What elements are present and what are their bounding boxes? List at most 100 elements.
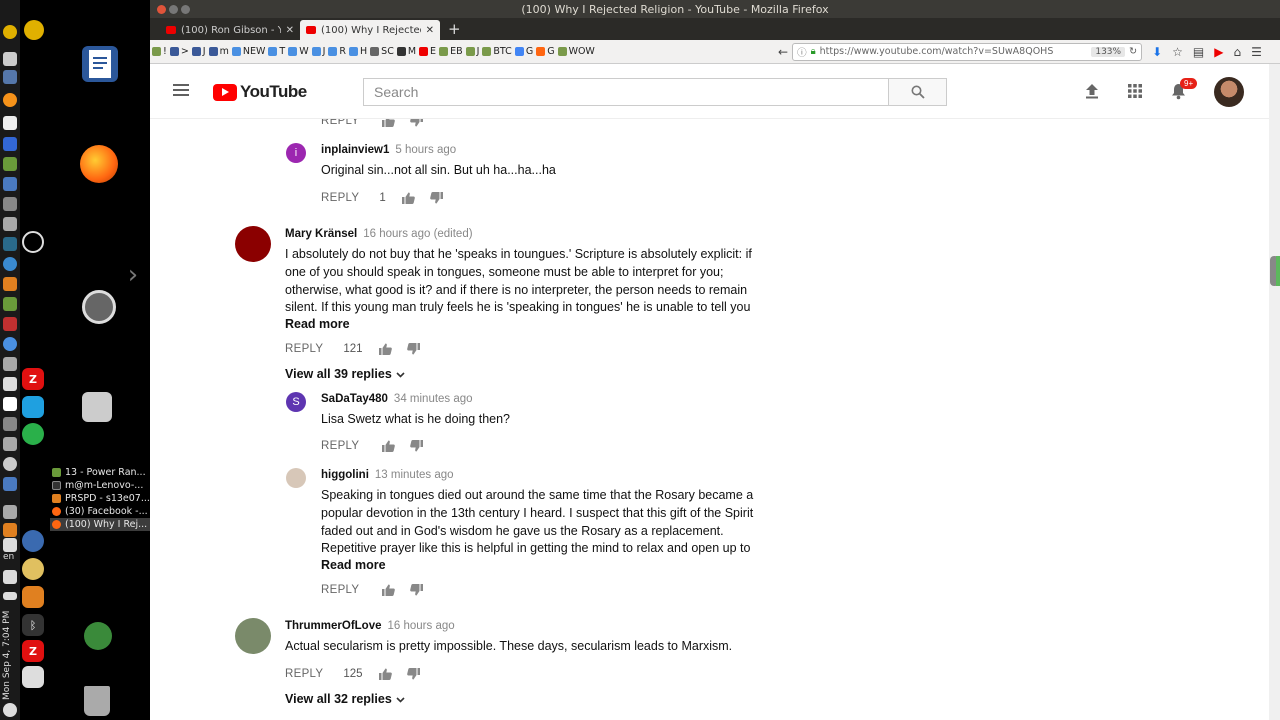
bookmark-item[interactable]: J bbox=[311, 46, 325, 57]
reply-button[interactable]: REPLY bbox=[321, 440, 359, 452]
clock[interactable]: Mon Sep 4, 7:04 PM bbox=[2, 580, 18, 700]
back-arrow-icon[interactable]: ← bbox=[778, 45, 788, 59]
app-icon[interactable] bbox=[3, 197, 17, 211]
search-button[interactable] bbox=[889, 78, 947, 106]
bookmark-item[interactable]: W bbox=[288, 46, 309, 57]
bookmark-item[interactable]: J bbox=[465, 46, 479, 57]
bookmark-item[interactable]: m bbox=[208, 46, 229, 57]
app-icon[interactable] bbox=[3, 457, 17, 471]
author-name[interactable]: ThrummerOfLove bbox=[285, 620, 382, 632]
reload-icon[interactable]: ↻ bbox=[1129, 46, 1137, 57]
comment-author[interactable]: Mary Kränsel 16 hours ago (edited) bbox=[285, 228, 473, 240]
comment-timestamp[interactable]: 16 hours ago bbox=[388, 620, 455, 632]
file-cabinet-icon[interactable] bbox=[82, 392, 112, 422]
thumbs-up-icon[interactable] bbox=[379, 439, 397, 453]
author-name[interactable]: Mary Kränsel bbox=[285, 228, 357, 240]
user-switch-icon[interactable] bbox=[84, 622, 112, 650]
thumbs-up-icon[interactable] bbox=[400, 191, 418, 205]
thumbs-up-icon[interactable] bbox=[377, 342, 395, 356]
writer-document-icon[interactable] bbox=[82, 46, 118, 82]
avatar[interactable] bbox=[235, 226, 271, 262]
bookmark-item[interactable]: G bbox=[536, 46, 555, 57]
search-input[interactable]: Search bbox=[363, 78, 889, 106]
app-icon[interactable] bbox=[3, 177, 17, 191]
app-icon[interactable] bbox=[3, 437, 17, 451]
keyboard-language[interactable]: en bbox=[3, 552, 14, 562]
youtube-logo[interactable]: YouTube bbox=[213, 82, 307, 102]
close-window-button[interactable] bbox=[157, 4, 166, 14]
comment-author[interactable]: ThrummerOfLove 16 hours ago bbox=[285, 620, 455, 632]
tab-ron-gibson[interactable]: (100) Ron Gibson - You ✕ bbox=[160, 20, 300, 40]
bookmark-item[interactable]: WOW bbox=[557, 46, 595, 57]
maximize-window-button[interactable] bbox=[181, 4, 190, 14]
app-icon[interactable] bbox=[22, 396, 44, 418]
app-icon[interactable] bbox=[3, 157, 17, 171]
bookmark-item[interactable]: BTC bbox=[482, 46, 512, 57]
editor-icon[interactable] bbox=[3, 116, 17, 130]
thumbs-up-icon[interactable] bbox=[377, 667, 395, 681]
settings-wheel-icon[interactable] bbox=[82, 290, 116, 324]
new-tab-button[interactable]: + bbox=[440, 20, 469, 40]
minimize-window-button[interactable] bbox=[169, 4, 178, 14]
menu-icon[interactable]: ☰ bbox=[1251, 45, 1262, 59]
reply-button[interactable]: REPLY bbox=[285, 343, 323, 355]
avatar[interactable] bbox=[235, 618, 271, 654]
author-name[interactable]: higgolini bbox=[321, 469, 369, 481]
page-scrollbar[interactable] bbox=[1269, 64, 1280, 720]
close-tab-icon[interactable]: ✕ bbox=[426, 25, 434, 36]
firefox-icon[interactable] bbox=[80, 145, 118, 183]
url-text[interactable]: https://www.youtube.com/watch?v=SUwA8QOH… bbox=[820, 46, 1088, 57]
filezilla-icon[interactable]: Z bbox=[22, 368, 44, 390]
comment-author[interactable]: inplainview1 5 hours ago bbox=[321, 144, 456, 156]
apps-grid-icon[interactable] bbox=[1126, 82, 1144, 100]
power-off-icon[interactable] bbox=[3, 703, 17, 717]
comment-timestamp[interactable]: 13 minutes ago bbox=[375, 469, 454, 481]
view-replies-toggle[interactable]: View all 32 replies bbox=[285, 692, 405, 706]
comment-timestamp[interactable]: 5 hours ago bbox=[395, 144, 456, 156]
app-icon[interactable] bbox=[3, 317, 17, 331]
vlc-icon[interactable] bbox=[22, 586, 44, 608]
comment-timestamp[interactable]: 34 minutes ago bbox=[394, 393, 473, 405]
thumbs-down-icon[interactable] bbox=[405, 342, 423, 356]
comment-author[interactable]: higgolini 13 minutes ago bbox=[321, 469, 454, 481]
avatar[interactable] bbox=[286, 468, 306, 488]
bookmark-star-icon[interactable]: ☆ bbox=[1172, 45, 1183, 59]
guide-menu-icon[interactable] bbox=[173, 84, 189, 96]
upload-icon[interactable] bbox=[1083, 82, 1101, 100]
chevron-right-icon[interactable]: › bbox=[125, 260, 141, 290]
read-more-link[interactable]: Read more bbox=[321, 558, 386, 572]
avatar[interactable]: i bbox=[286, 143, 306, 163]
bitcoin-icon[interactable] bbox=[3, 93, 17, 107]
bookmark-item[interactable]: SC bbox=[370, 46, 394, 57]
app-icon[interactable] bbox=[3, 417, 17, 431]
thumbs-up-icon[interactable] bbox=[379, 583, 397, 597]
url-bar[interactable]: ⓘ 🔒︎ https://www.youtube.com/watch?v=SUw… bbox=[792, 42, 1143, 61]
author-name[interactable]: SaDaTay480 bbox=[321, 393, 388, 405]
bookmark-item[interactable]: NEW bbox=[231, 46, 265, 57]
app-icon[interactable] bbox=[3, 52, 17, 66]
app-icon[interactable] bbox=[3, 357, 17, 371]
view-replies-toggle[interactable]: View all 39 replies bbox=[285, 367, 405, 381]
bookmark-item[interactable]: H bbox=[349, 46, 367, 57]
avatar[interactable]: S bbox=[286, 392, 306, 412]
youtube-extension-icon[interactable]: ▶ bbox=[1214, 45, 1223, 59]
bookmark-item[interactable]: M bbox=[396, 46, 416, 57]
comment-author[interactable]: SaDaTay480 34 minutes ago bbox=[321, 393, 473, 405]
app-icon[interactable] bbox=[3, 217, 17, 231]
bookmark-item[interactable]: ! bbox=[152, 46, 167, 57]
bookmark-item[interactable]: R bbox=[328, 46, 346, 57]
bookmark-item[interactable]: G bbox=[514, 46, 533, 57]
info-icon[interactable]: ⓘ bbox=[797, 45, 807, 59]
app-icon[interactable] bbox=[3, 277, 17, 291]
bluetooth-icon[interactable]: ᛒ bbox=[22, 614, 44, 636]
library-icon[interactable]: ▤ bbox=[1193, 45, 1204, 59]
downloads-icon[interactable]: ⬇ bbox=[1152, 45, 1162, 59]
app-icon[interactable] bbox=[3, 477, 17, 491]
wifi-icon[interactable] bbox=[3, 538, 17, 552]
app-icon[interactable] bbox=[3, 137, 17, 151]
thumbs-down-icon[interactable] bbox=[405, 667, 423, 681]
app-icon[interactable] bbox=[3, 70, 17, 84]
warning-icon[interactable] bbox=[3, 523, 17, 537]
thumbs-down-icon[interactable] bbox=[407, 583, 425, 597]
bookmark-item[interactable]: T bbox=[268, 46, 285, 57]
